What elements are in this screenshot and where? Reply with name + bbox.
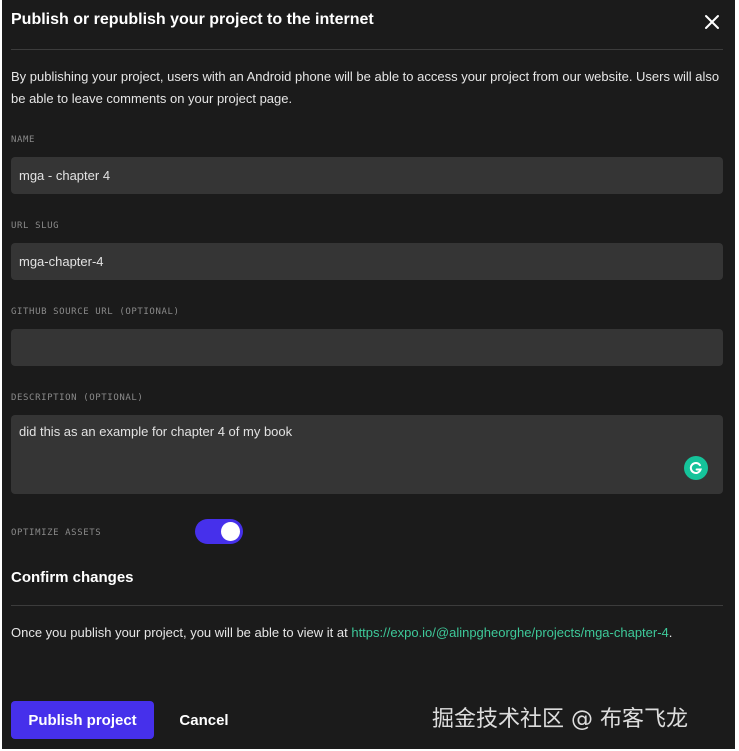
description-label: DESCRIPTION (OPTIONAL)	[11, 393, 144, 403]
cancel-button[interactable]: Cancel	[164, 701, 244, 739]
watermark: 掘金技术社区 @ 布客飞龙	[432, 707, 688, 732]
optimize-assets-toggle[interactable]	[195, 519, 243, 544]
publish-info-suffix: .	[668, 625, 673, 640]
github-url-label: GITHUB SOURCE URL (OPTIONAL)	[11, 307, 180, 317]
name-label: NAME	[11, 135, 36, 145]
publish-info-text: Once you publish your project, you will …	[11, 622, 723, 643]
grammarly-icon[interactable]	[684, 456, 708, 480]
publish-info-prefix: Once you publish your project, you will …	[11, 625, 352, 640]
publish-dialog: Publish or republish your project to the…	[2, 0, 735, 749]
optimize-assets-label: OPTIMIZE ASSETS	[11, 528, 102, 538]
url-slug-field[interactable]	[11, 243, 723, 280]
intro-text: By publishing your project, users with a…	[11, 69, 720, 106]
github-url-field[interactable]	[11, 329, 723, 366]
confirm-changes-title: Confirm changes	[11, 569, 134, 586]
toggle-knob	[221, 522, 240, 541]
project-url-link[interactable]: https://expo.io/@alinpgheorghe/projects/…	[351, 625, 668, 640]
url-slug-label: URL SLUG	[11, 221, 60, 231]
close-icon[interactable]	[702, 12, 722, 32]
header-divider	[11, 49, 723, 50]
confirm-divider	[11, 605, 723, 606]
name-field[interactable]	[11, 157, 723, 194]
description-field[interactable]: did this as an example for chapter 4 of …	[11, 415, 723, 494]
publish-project-button[interactable]: Publish project	[11, 701, 154, 739]
dialog-title: Publish or republish your project to the…	[11, 11, 374, 28]
